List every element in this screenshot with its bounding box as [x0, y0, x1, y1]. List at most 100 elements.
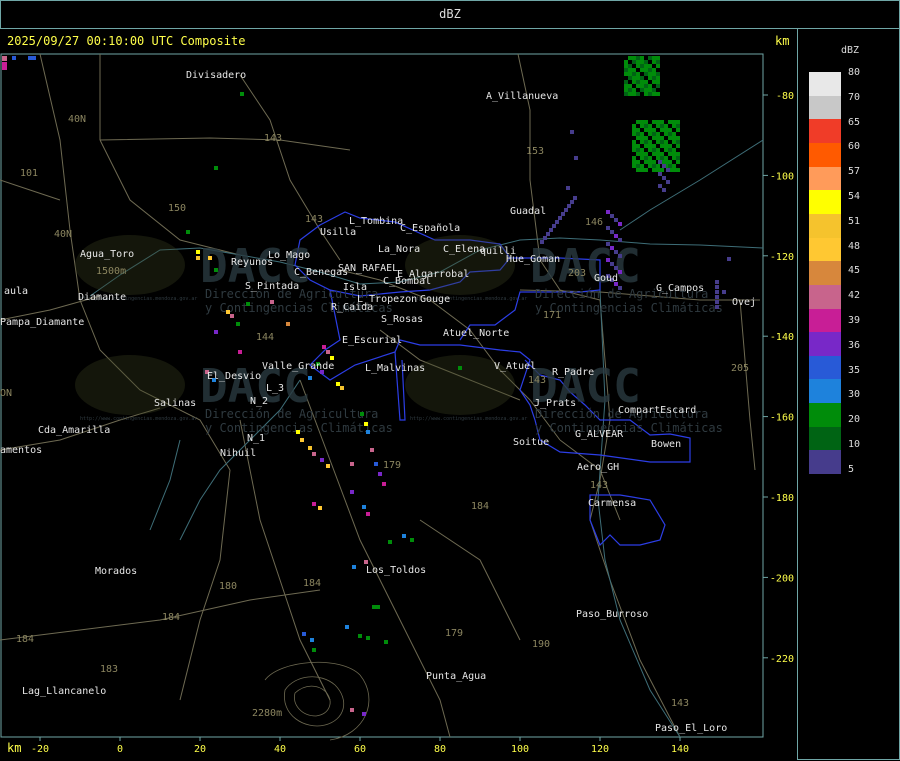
echo-cell — [610, 214, 614, 218]
echo-cell — [632, 68, 636, 72]
watermark-url: http://www.contingencias.mendoza.gov.ar — [80, 416, 197, 422]
echo-cell — [540, 240, 544, 244]
echo-cell — [672, 164, 676, 168]
place-label: Bowen — [651, 439, 681, 450]
legend-swatch — [809, 119, 841, 144]
echo-cell — [628, 92, 632, 96]
radar-map[interactable]: DACC Dirección de Agricultura y Contingenc… — [0, 28, 797, 761]
place-label: El_Desvio — [207, 371, 261, 382]
echo-cell — [628, 76, 632, 80]
echo-cell — [648, 140, 652, 144]
echo-cell — [656, 132, 660, 136]
echo-cell — [632, 56, 636, 60]
echo-cell — [352, 565, 356, 569]
echo-cell — [656, 92, 660, 96]
echo-cell — [636, 132, 640, 136]
echo-cell — [664, 160, 668, 164]
echo-cell — [640, 80, 644, 84]
echo-cell — [656, 168, 660, 172]
echo-cell — [652, 148, 656, 152]
echo-cell — [644, 136, 648, 140]
route-label: 1500m — [96, 266, 126, 277]
echo-cell — [672, 132, 676, 136]
echo-cell — [648, 132, 652, 136]
echo-cell — [336, 382, 340, 386]
route-label: 171 — [543, 310, 561, 321]
echo-cell — [610, 262, 614, 266]
echo-cell — [624, 64, 628, 68]
echo-cell — [676, 120, 680, 124]
legend-swatch — [809, 190, 841, 215]
legend-value: 20 — [848, 414, 861, 426]
legend-swatch — [809, 450, 841, 475]
echo-cell — [640, 156, 644, 160]
echo-cell — [652, 168, 656, 172]
echo-cell — [300, 438, 304, 442]
radar-map-panel[interactable]: DACC Dirección de Agricultura y Contingenc… — [0, 28, 797, 761]
echo-cell — [632, 60, 636, 64]
echo-cell — [660, 120, 664, 124]
place-label: Nihuil — [220, 448, 256, 459]
place-label: S_Pintada — [245, 281, 299, 292]
echo-cell — [310, 638, 314, 642]
echo-cell — [664, 140, 668, 144]
legend-value: 80 — [848, 67, 861, 78]
place-label: Hue_Goman — [506, 254, 560, 265]
place-label: Salinas — [154, 398, 196, 409]
map-header: 2025/09/27 00:10:00 UTC Composite — [7, 34, 246, 48]
echo-cell — [561, 212, 565, 216]
place-label: J_Prats — [534, 398, 576, 409]
echo-cell — [618, 238, 622, 242]
echo-cell — [196, 256, 200, 260]
echo-cell — [28, 56, 36, 60]
echo-cell — [644, 160, 648, 164]
echo-cell — [648, 128, 652, 132]
echo-cell — [648, 156, 652, 160]
place-label: L_Malvinas — [365, 363, 425, 374]
echo-cell — [632, 144, 636, 148]
echo-cell — [640, 120, 644, 124]
echo-cell — [614, 250, 618, 254]
place-label: Valle_Grande — [262, 361, 334, 372]
echo-cell — [715, 280, 719, 284]
echo-cell — [350, 462, 354, 466]
place-label: C_Bombal — [383, 276, 431, 287]
route-label: 153 — [526, 146, 544, 157]
echo-cell — [632, 80, 636, 84]
echo-cell — [660, 128, 664, 132]
echo-cell — [644, 152, 648, 156]
legend-swatch — [809, 261, 841, 286]
echo-cell — [312, 648, 316, 652]
route-label: 40N — [54, 229, 72, 240]
legend-swatch — [809, 237, 841, 262]
legend-value: 35 — [848, 364, 861, 376]
echo-cell — [628, 72, 632, 76]
echo-cell — [660, 144, 664, 148]
echo-cell — [660, 136, 664, 140]
echo-cell — [652, 76, 656, 80]
echo-cell — [374, 462, 378, 466]
echo-cell — [640, 136, 644, 140]
place-label: Pampa_Diamante — [0, 317, 84, 328]
echo-cell — [648, 92, 652, 96]
y-tick-label: -180 — [770, 493, 794, 504]
window-title-bar: dBZ — [0, 0, 900, 29]
legend-swatch — [809, 166, 841, 191]
echo-cell — [318, 506, 322, 510]
echo-cell — [648, 164, 652, 168]
echo-cell — [656, 136, 660, 140]
echo-cell — [632, 148, 636, 152]
x-tick-label: 120 — [591, 744, 609, 755]
legend-value: 60 — [848, 141, 861, 153]
echo-cell — [636, 120, 640, 124]
echo-cell — [666, 168, 670, 172]
echo-cell — [648, 148, 652, 152]
place-label: SAN_RAFAEL — [338, 263, 398, 274]
echo-cell — [715, 295, 719, 299]
echo-cell — [388, 540, 392, 544]
echo-cell — [656, 64, 660, 68]
route-label: 179 — [445, 628, 463, 639]
echo-cell — [350, 708, 354, 712]
echo-cell — [652, 164, 656, 168]
echo-cell — [676, 160, 680, 164]
